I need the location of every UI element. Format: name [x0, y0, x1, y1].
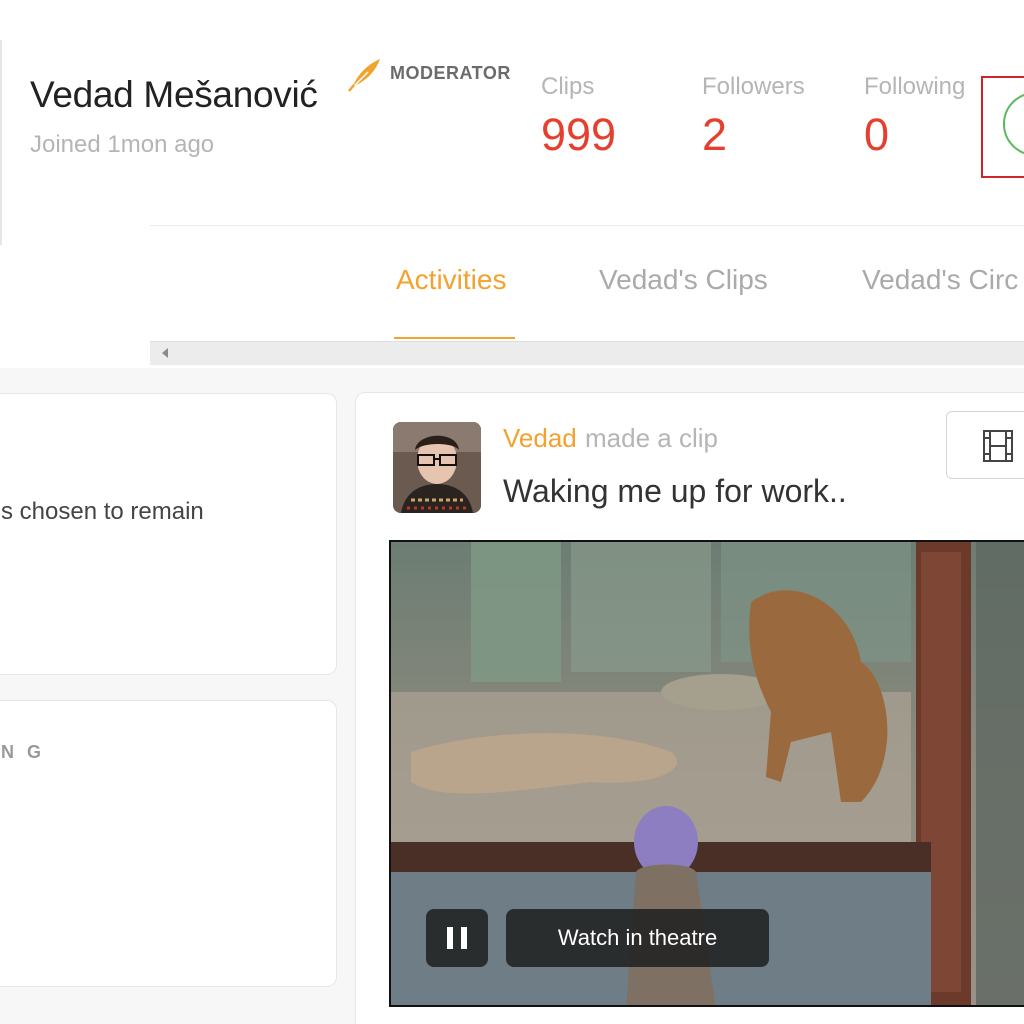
joined-date: Joined 1mon ago	[30, 131, 215, 158]
stat-followers-label: Followers	[702, 73, 805, 100]
stat-following-label: Following	[864, 73, 966, 100]
watch-in-theatre-button[interactable]: Watch in theatre	[506, 909, 769, 967]
about-card: s chosen to remain	[0, 393, 337, 675]
active-tab-indicator	[394, 337, 515, 339]
tab-clips[interactable]: Vedad's Clips	[599, 264, 768, 296]
follow-circle-icon[interactable]	[1003, 92, 1024, 156]
moderator-badge: MODERATOR	[390, 63, 511, 83]
stat-followers[interactable]: Followers 2	[702, 73, 805, 161]
pause-icon-bar	[461, 927, 467, 949]
follow-action-box[interactable]	[981, 76, 1024, 178]
pause-icon	[447, 927, 453, 949]
stat-following-value: 0	[864, 109, 890, 160]
view-clip-button[interactable]	[946, 411, 1024, 479]
stat-following[interactable]: Following 0	[864, 73, 965, 161]
stat-clips-label: Clips	[541, 73, 595, 100]
feather-icon	[348, 59, 380, 92]
avatar[interactable]	[393, 422, 481, 513]
stat-clips-value: 999	[541, 109, 617, 160]
sidebar-card: N G	[0, 700, 337, 987]
profile-name: Vedad Mešanović	[30, 74, 318, 115]
post-title[interactable]: Waking me up for work..	[503, 473, 847, 510]
stat-clips[interactable]: Clips 999	[541, 73, 616, 161]
sidebar-section-heading: N G	[1, 742, 46, 762]
stat-followers-value: 2	[702, 109, 728, 160]
post-action-text: made a clip	[585, 423, 718, 453]
tab-activities[interactable]: Activities	[396, 264, 506, 296]
header-divider	[150, 225, 1024, 226]
avatar-image	[393, 422, 481, 513]
profile-page: Vedad Mešanović MODERATOR Joined 1mon ag…	[0, 0, 1024, 1024]
post-author-link[interactable]: Vedad	[503, 423, 577, 454]
profile-avatar-edge	[0, 40, 2, 245]
film-strip-icon	[983, 430, 1013, 462]
pause-button[interactable]	[426, 909, 488, 967]
tabs-horizontal-scrollbar[interactable]	[150, 341, 1024, 365]
about-text: s chosen to remain	[1, 498, 204, 525]
chevron-left-icon[interactable]	[162, 348, 168, 358]
tab-circles[interactable]: Vedad's Circ	[862, 264, 1018, 296]
